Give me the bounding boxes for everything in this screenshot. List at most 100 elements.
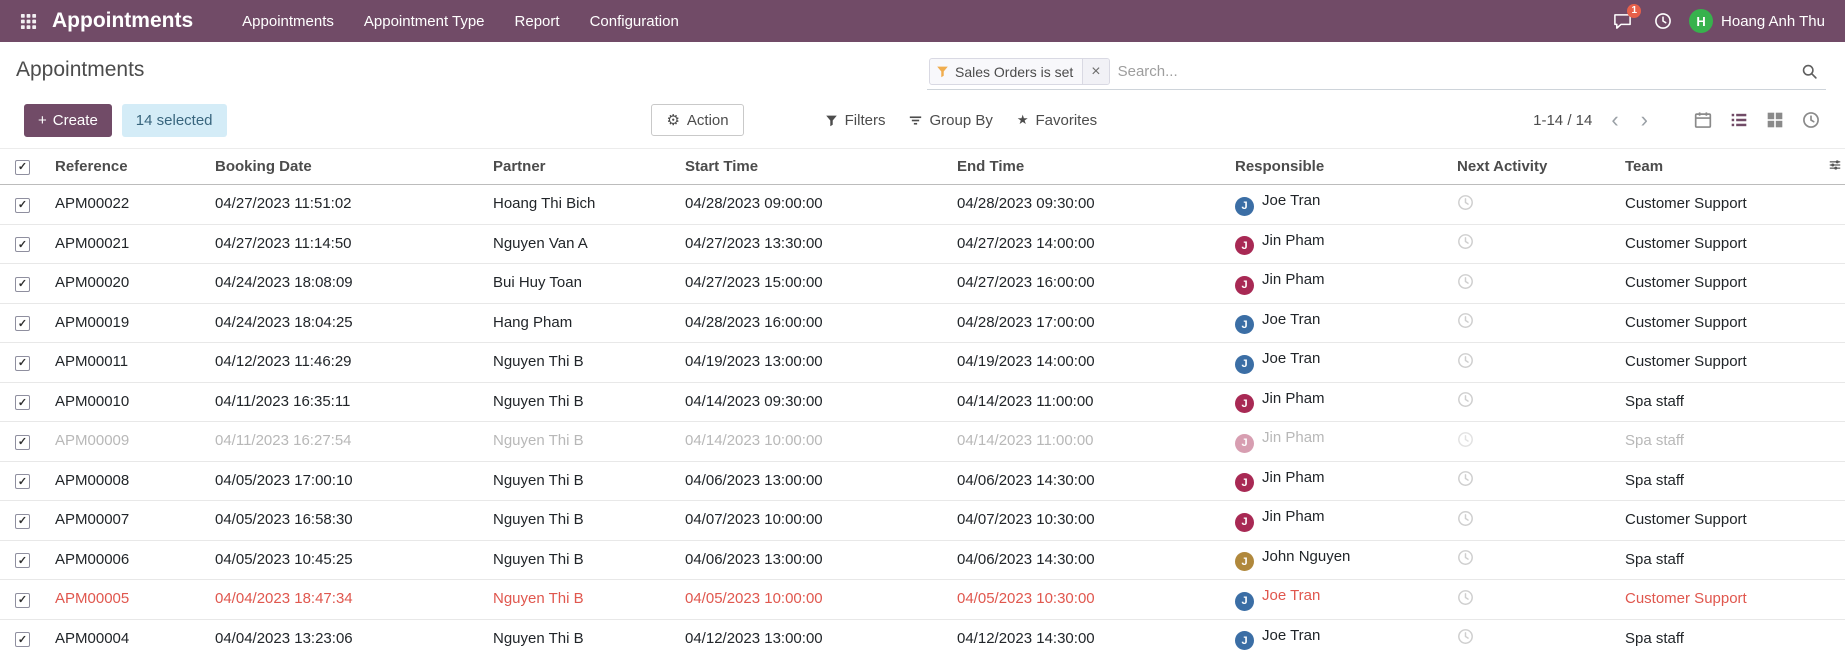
cell-next-activity[interactable] — [1447, 540, 1615, 580]
appointment-row[interactable]: APM00007 04/05/2023 16:58:30 Nguyen Thi … — [0, 500, 1845, 541]
row-checkbox[interactable] — [15, 592, 30, 608]
appointment-row[interactable]: APM00022 04/27/2023 11:51:02 Hoang Thi B… — [0, 184, 1845, 225]
row-checkbox[interactable] — [15, 395, 30, 410]
appointment-row[interactable]: APM00011 04/12/2023 11:46:29 Nguyen Thi … — [0, 342, 1845, 383]
row-checkbox[interactable] — [15, 237, 30, 252]
search-input[interactable] — [1117, 63, 1793, 80]
create-button[interactable]: + Create — [24, 103, 112, 137]
cell-next-activity[interactable] — [1447, 224, 1615, 264]
pager-previous-button[interactable]: ‹ — [1600, 109, 1629, 131]
filters-button[interactable]: Filters — [814, 106, 897, 135]
next-activity-clock-icon — [1457, 431, 1474, 448]
appointment-row[interactable]: APM00006 04/05/2023 10:45:25 Nguyen Thi … — [0, 540, 1845, 580]
cell-reference: APM00019 — [45, 303, 205, 343]
action-button[interactable]: ⚙ Action — [651, 104, 744, 136]
responsible-name: Jin Pham — [1262, 429, 1325, 446]
next-activity-clock-icon — [1457, 549, 1474, 566]
cell-reference: APM00020 — [45, 263, 205, 304]
cell-partner: Bui Huy Toan — [483, 263, 675, 304]
column-header-reference[interactable]: Reference — [45, 148, 205, 185]
filter-funnel-icon — [930, 65, 955, 78]
select-all-checkbox[interactable] — [15, 160, 30, 175]
column-header-team[interactable]: Team — [1615, 148, 1845, 185]
appointment-row[interactable]: APM00010 04/11/2023 16:35:11 Nguyen Thi … — [0, 382, 1845, 422]
row-checkbox[interactable] — [15, 316, 30, 331]
group-by-button[interactable]: Group By — [898, 106, 1003, 135]
cell-next-activity[interactable] — [1447, 263, 1615, 304]
row-checkbox[interactable] — [15, 276, 30, 292]
messages-button[interactable]: 1 — [1602, 0, 1643, 42]
appointment-row[interactable]: APM00008 04/05/2023 17:00:10 Nguyen Thi … — [0, 461, 1845, 501]
responsible-avatar: J — [1235, 631, 1254, 650]
cell-next-activity[interactable] — [1447, 421, 1615, 462]
user-menu[interactable]: H Hoang Anh Thu — [1683, 0, 1831, 42]
activities-button[interactable] — [1643, 0, 1683, 42]
table-header-row: Reference Booking Date Partner Start Tim… — [0, 148, 1845, 185]
menu-configuration[interactable]: Configuration — [575, 0, 694, 42]
responsible-name: Jin Pham — [1262, 271, 1325, 288]
cell-start-time: 04/28/2023 09:00:00 — [675, 184, 947, 225]
appointment-row[interactable]: APM00021 04/27/2023 11:14:50 Nguyen Van … — [0, 224, 1845, 264]
column-header-responsible[interactable]: Responsible — [1225, 148, 1447, 185]
control-panel: Appointments Sales Orders is set × — [0, 42, 1845, 100]
appointment-row[interactable]: APM00004 04/04/2023 13:23:06 Nguyen Thi … — [0, 619, 1845, 652]
cell-team: Customer Support — [1615, 224, 1845, 264]
cell-start-time: 04/27/2023 13:30:00 — [675, 224, 947, 264]
plus-icon: + — [38, 111, 47, 129]
appointment-row[interactable]: APM00019 04/24/2023 18:04:25 Hang Pham 0… — [0, 303, 1845, 343]
column-header-end-time[interactable]: End Time — [947, 148, 1225, 185]
column-header-partner[interactable]: Partner — [483, 148, 675, 185]
optional-columns-button[interactable] — [1827, 157, 1843, 176]
appointment-row[interactable]: APM00005 04/04/2023 18:47:34 Nguyen Thi … — [0, 579, 1845, 620]
star-icon: ★ — [1016, 112, 1029, 127]
cell-booking-date: 04/04/2023 18:47:34 — [205, 579, 483, 620]
topbar-menu: Appointments Appointment Type Report Con… — [227, 0, 694, 42]
view-activity-button[interactable] — [1793, 105, 1829, 135]
row-checkbox[interactable] — [15, 513, 30, 529]
next-activity-clock-icon — [1457, 312, 1474, 329]
cell-end-time: 04/05/2023 10:30:00 — [947, 579, 1225, 620]
cell-end-time: 04/14/2023 11:00:00 — [947, 421, 1225, 462]
menu-appointment-type[interactable]: Appointment Type — [349, 0, 500, 42]
list-icon — [1731, 113, 1747, 127]
row-checkbox[interactable] — [15, 632, 30, 647]
cell-next-activity[interactable] — [1447, 382, 1615, 422]
app-title: Appointments — [52, 9, 194, 32]
optional-columns-icon — [1829, 160, 1841, 170]
cell-next-activity[interactable] — [1447, 619, 1615, 652]
favorites-button[interactable]: ★ Favorites — [1006, 106, 1108, 135]
column-header-booking-date[interactable]: Booking Date — [205, 148, 483, 185]
pager-next-button[interactable]: › — [1630, 109, 1659, 131]
cell-reference: APM00005 — [45, 579, 205, 620]
view-kanban-button[interactable] — [1757, 105, 1793, 135]
row-checkbox[interactable] — [15, 355, 30, 371]
cell-next-activity[interactable] — [1447, 184, 1615, 225]
appointment-row[interactable]: APM00020 04/24/2023 18:08:09 Bui Huy Toa… — [0, 263, 1845, 304]
view-calendar-button[interactable] — [1685, 105, 1721, 135]
cell-end-time: 04/14/2023 11:00:00 — [947, 382, 1225, 422]
row-checkbox[interactable] — [15, 197, 30, 213]
responsible-avatar: J — [1235, 236, 1254, 255]
cell-next-activity[interactable] — [1447, 500, 1615, 541]
column-header-next-activity[interactable]: Next Activity — [1447, 148, 1615, 185]
appointments-rows: APM00022 04/27/2023 11:51:02 Hoang Thi B… — [0, 184, 1845, 652]
cell-next-activity[interactable] — [1447, 461, 1615, 501]
row-checkbox[interactable] — [15, 434, 30, 450]
row-checkbox[interactable] — [15, 474, 30, 489]
cell-start-time: 04/06/2023 13:00:00 — [675, 540, 947, 580]
appointment-row[interactable]: APM00009 04/11/2023 16:27:54 Nguyen Thi … — [0, 421, 1845, 462]
cell-next-activity[interactable] — [1447, 303, 1615, 343]
row-checkbox[interactable] — [15, 553, 30, 568]
view-list-button[interactable] — [1721, 105, 1757, 135]
facet-remove-icon[interactable]: × — [1082, 59, 1109, 84]
cell-next-activity[interactable] — [1447, 342, 1615, 383]
cell-partner: Nguyen Thi B — [483, 461, 675, 501]
column-header-start-time[interactable]: Start Time — [675, 148, 947, 185]
menu-appointments[interactable]: Appointments — [227, 0, 349, 42]
apps-menu-button[interactable] — [6, 0, 50, 42]
cell-responsible: J Jin Pham — [1225, 382, 1447, 422]
cell-responsible: J Joe Tran — [1225, 303, 1447, 343]
menu-report[interactable]: Report — [500, 0, 575, 42]
responsible-avatar: J — [1235, 591, 1254, 611]
cell-next-activity[interactable] — [1447, 579, 1615, 620]
